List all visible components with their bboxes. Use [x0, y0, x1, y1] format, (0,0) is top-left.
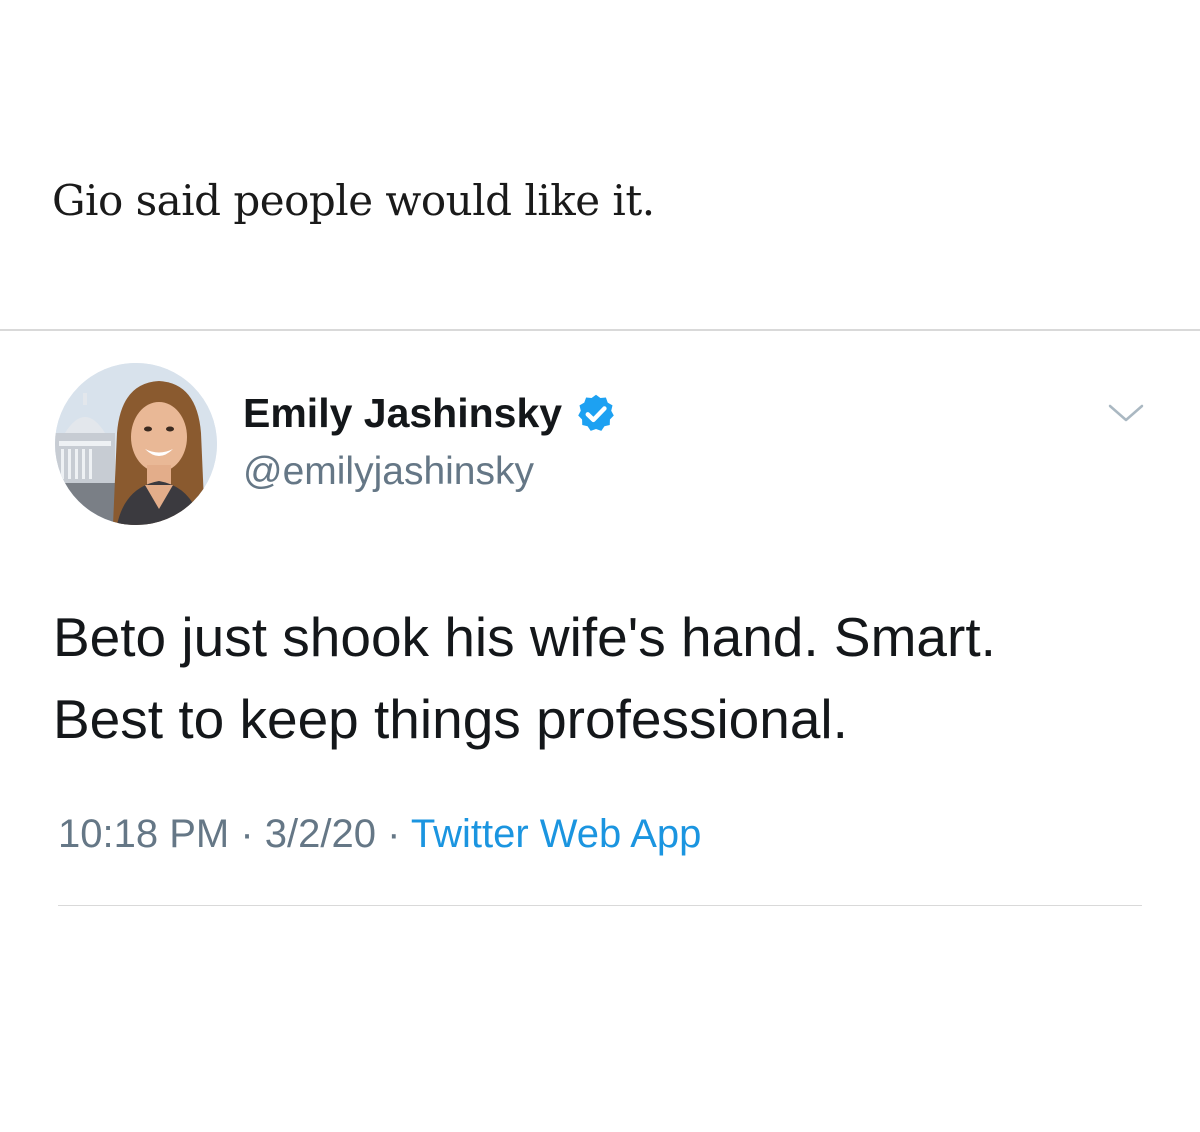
- tweet-metadata: 10:18 PM · 3/2/20 · Twitter Web App: [58, 812, 701, 857]
- post-caption: Gio said people would like it.: [52, 176, 655, 225]
- user-handle[interactable]: @emilyjashinsky: [243, 450, 534, 494]
- tweet-source-link[interactable]: Twitter Web App: [411, 812, 702, 856]
- divider: [0, 329, 1200, 331]
- tweet-text-line: Best to keep things professional.: [53, 688, 848, 750]
- display-name[interactable]: Emily Jashinsky: [243, 390, 562, 437]
- tweet-text-line: Beto just shook his wife's hand. Smart.: [53, 606, 996, 668]
- avatar[interactable]: [55, 363, 217, 525]
- tweet-date[interactable]: 3/2/20: [265, 812, 376, 856]
- author-name-row[interactable]: Emily Jashinsky: [243, 390, 618, 437]
- chevron-down-icon[interactable]: [1104, 398, 1148, 428]
- tweet-text: Beto just shook his wife's hand. Smart. …: [53, 596, 1163, 760]
- meta-separator: ·: [240, 812, 254, 856]
- verified-badge-icon: [574, 392, 618, 436]
- tweet-time[interactable]: 10:18 PM: [58, 812, 229, 856]
- divider: [58, 905, 1142, 906]
- meta-separator: ·: [387, 812, 401, 856]
